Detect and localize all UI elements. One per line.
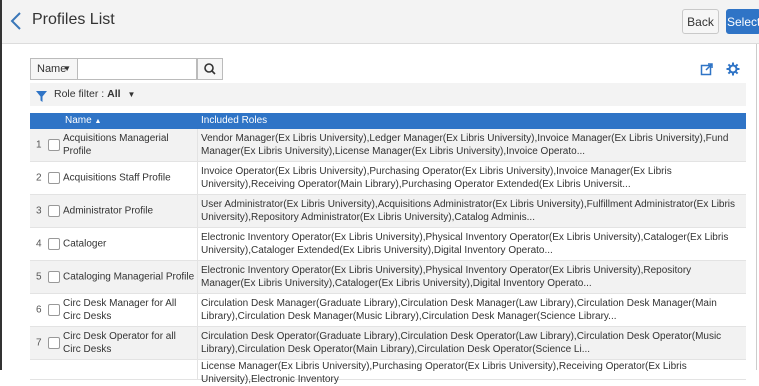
profile-name[interactable]: Circ Desk Manager for All Circ Desks	[63, 297, 195, 323]
column-header-roles: Included Roles	[201, 115, 268, 126]
role-filter-bar: Role filter : All ▼	[30, 83, 746, 106]
profile-name[interactable]: Cataloging Managerial Profile	[63, 271, 195, 284]
row-number: 6	[36, 304, 42, 316]
row-checkbox[interactable]	[48, 337, 60, 349]
sort-asc-icon: ▲	[94, 118, 102, 125]
column-divider	[197, 195, 198, 227]
column-divider	[197, 327, 198, 359]
profile-name[interactable]: Acquisitions Staff Profile	[63, 172, 195, 185]
included-roles: Electronic Inventory Operator(Ex Libris …	[201, 265, 692, 289]
row-checkbox[interactable]	[48, 205, 60, 217]
role-filter-value: All	[107, 88, 121, 100]
page-header: Profiles List Back Select	[2, 0, 759, 44]
included-roles: Circulation Desk Operator(Graduate Libra…	[201, 331, 722, 355]
role-filter-label: Role filter :	[54, 88, 105, 100]
row-checkbox[interactable]	[48, 139, 60, 151]
profile-name[interactable]: Acquisitions Managerial Profile	[63, 132, 195, 158]
search-field-dropdown[interactable]: Name ▼	[30, 58, 78, 80]
included-roles: Circulation Desk Manager(Graduate Librar…	[201, 298, 717, 322]
included-roles: Vendor Manager(Ex Libris University),Led…	[201, 133, 729, 157]
select-button[interactable]: Select	[726, 9, 759, 34]
column-divider	[197, 261, 198, 293]
caret-down-icon: ▼	[127, 90, 136, 99]
row-checkbox[interactable]	[48, 304, 60, 316]
page-title: Profiles List	[32, 11, 115, 28]
included-roles: License Manager(Ex Libris University),Pu…	[201, 361, 687, 385]
table-row[interactable]: 4 Cataloger Electronic Inventory Operator(…	[30, 228, 746, 261]
column-divider	[197, 162, 198, 194]
row-number: 4	[36, 238, 42, 250]
filter-icon	[36, 89, 47, 102]
column-divider	[197, 129, 198, 161]
export-icon[interactable]	[700, 62, 714, 76]
profile-name[interactable]: Circ Desk Operator for all Circ Desks	[63, 330, 195, 356]
row-checkbox[interactable]	[48, 172, 60, 184]
included-roles: Electronic Inventory Operator(Ex Libris …	[201, 232, 729, 256]
table-row[interactable]: 3 Administrator Profile User Administrator…	[30, 195, 746, 228]
row-number: 1	[36, 139, 42, 151]
column-divider	[197, 294, 198, 326]
search-button[interactable]	[197, 58, 223, 80]
back-button[interactable]: Back	[682, 9, 719, 34]
included-roles: Invoice Operator(Ex Libris University),P…	[201, 166, 672, 190]
profile-name[interactable]: Cataloger	[63, 238, 195, 251]
row-number: 7	[36, 337, 42, 349]
gear-icon[interactable]	[726, 62, 740, 76]
table-row[interactable]: 7 Circ Desk Operator for all Circ Desks Ci…	[30, 327, 746, 360]
row-number: 2	[36, 172, 42, 184]
column-header-name-label: Name	[65, 115, 92, 126]
profiles-list-page: Profiles List Back Select Name ▼ Role fi…	[0, 0, 759, 385]
table-row[interactable]: License Manager(Ex Libris University),Pu…	[30, 360, 746, 385]
table-header: Name ▲ Included Roles	[30, 113, 746, 129]
caret-down-icon: ▼	[63, 64, 71, 73]
row-checkbox[interactable]	[48, 238, 60, 250]
table-row[interactable]: 2 Acquisitions Staff Profile Invoice Opera…	[30, 162, 746, 195]
row-number: 5	[36, 271, 42, 283]
table-row[interactable]: 5 Cataloging Managerial Profile Electronic…	[30, 261, 746, 294]
column-divider	[197, 228, 198, 260]
table-row[interactable]: 1 Acquisitions Managerial Profile Vendor M…	[30, 129, 746, 162]
row-number: 3	[36, 205, 42, 217]
included-roles: User Administrator(Ex Libris University)…	[201, 199, 736, 223]
table-row[interactable]: 6 Circ Desk Manager for All Circ Desks Cir…	[30, 294, 746, 327]
chevron-left-icon[interactable]	[10, 12, 28, 32]
column-header-name[interactable]: Name ▲	[65, 115, 101, 126]
search-input[interactable]	[78, 58, 197, 80]
profile-name[interactable]: Administrator Profile	[63, 205, 195, 218]
row-checkbox[interactable]	[48, 271, 60, 283]
role-filter-dropdown[interactable]: Role filter : All ▼	[54, 88, 135, 100]
search-icon	[204, 63, 216, 75]
search-field-label: Name	[37, 63, 67, 75]
